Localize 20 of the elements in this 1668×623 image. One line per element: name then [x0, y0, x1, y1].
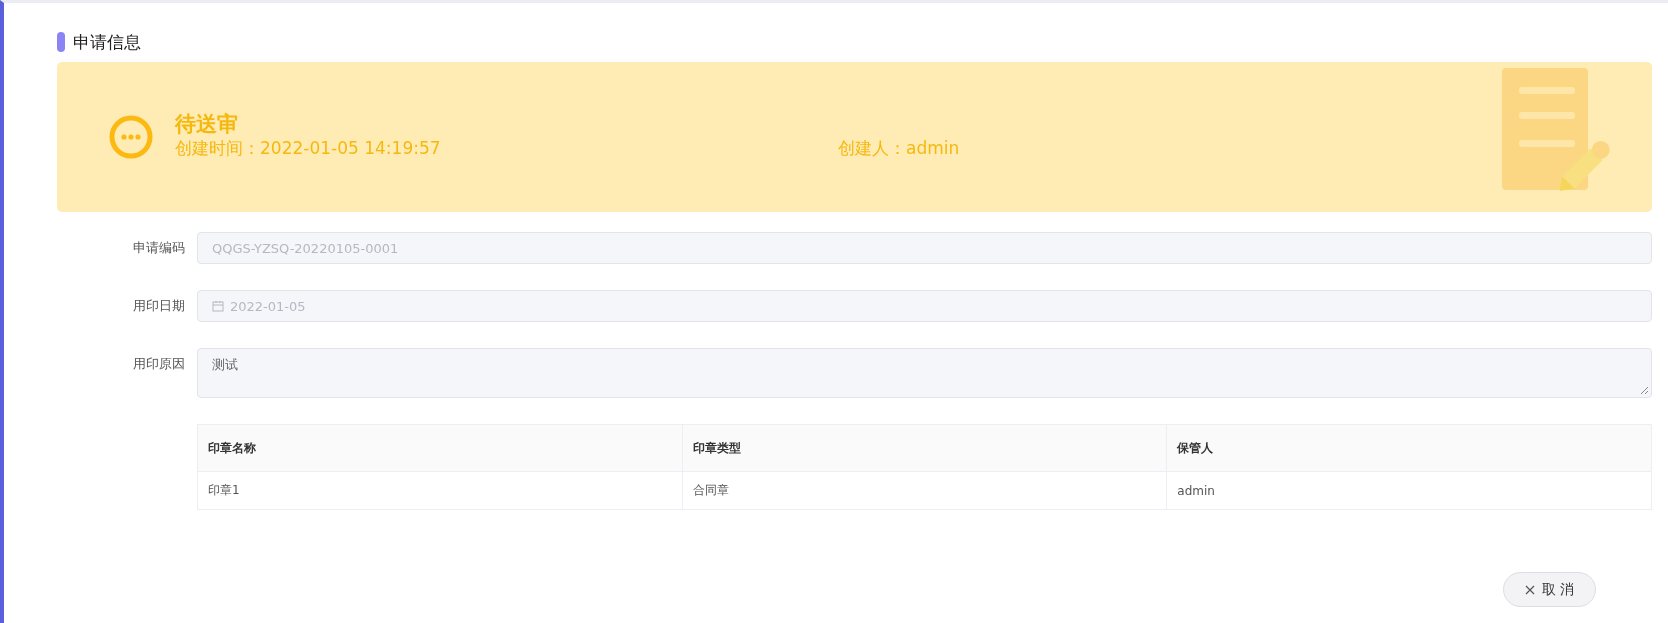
- column-header: 印章名称: [197, 424, 683, 472]
- calendar-icon: [212, 300, 224, 312]
- close-icon: [1524, 584, 1535, 595]
- table-cell: 合同章: [682, 471, 1167, 510]
- more-icon: [109, 115, 153, 159]
- table-cell: admin: [1166, 471, 1652, 510]
- reason-textarea[interactable]: 测试: [197, 348, 1652, 398]
- table-cell: 印章1: [197, 471, 683, 510]
- field-label: 用印原因: [132, 355, 186, 373]
- section-marker: [57, 32, 65, 52]
- created-time: 创建时间：2022-01-05 14:19:57: [175, 137, 442, 159]
- creator-text: 创建人：admin: [838, 137, 960, 159]
- cancel-button[interactable]: 取 消: [1503, 572, 1596, 607]
- field-label: 申请编码: [132, 239, 186, 257]
- column-header: 保管人: [1166, 424, 1652, 472]
- field-label: 用印日期: [132, 297, 186, 315]
- resize-handle-icon[interactable]: [1639, 385, 1649, 395]
- column-header: 印章类型: [682, 424, 1167, 472]
- status-text: 待送审: [175, 111, 239, 137]
- section-title: 申请信息: [73, 30, 141, 54]
